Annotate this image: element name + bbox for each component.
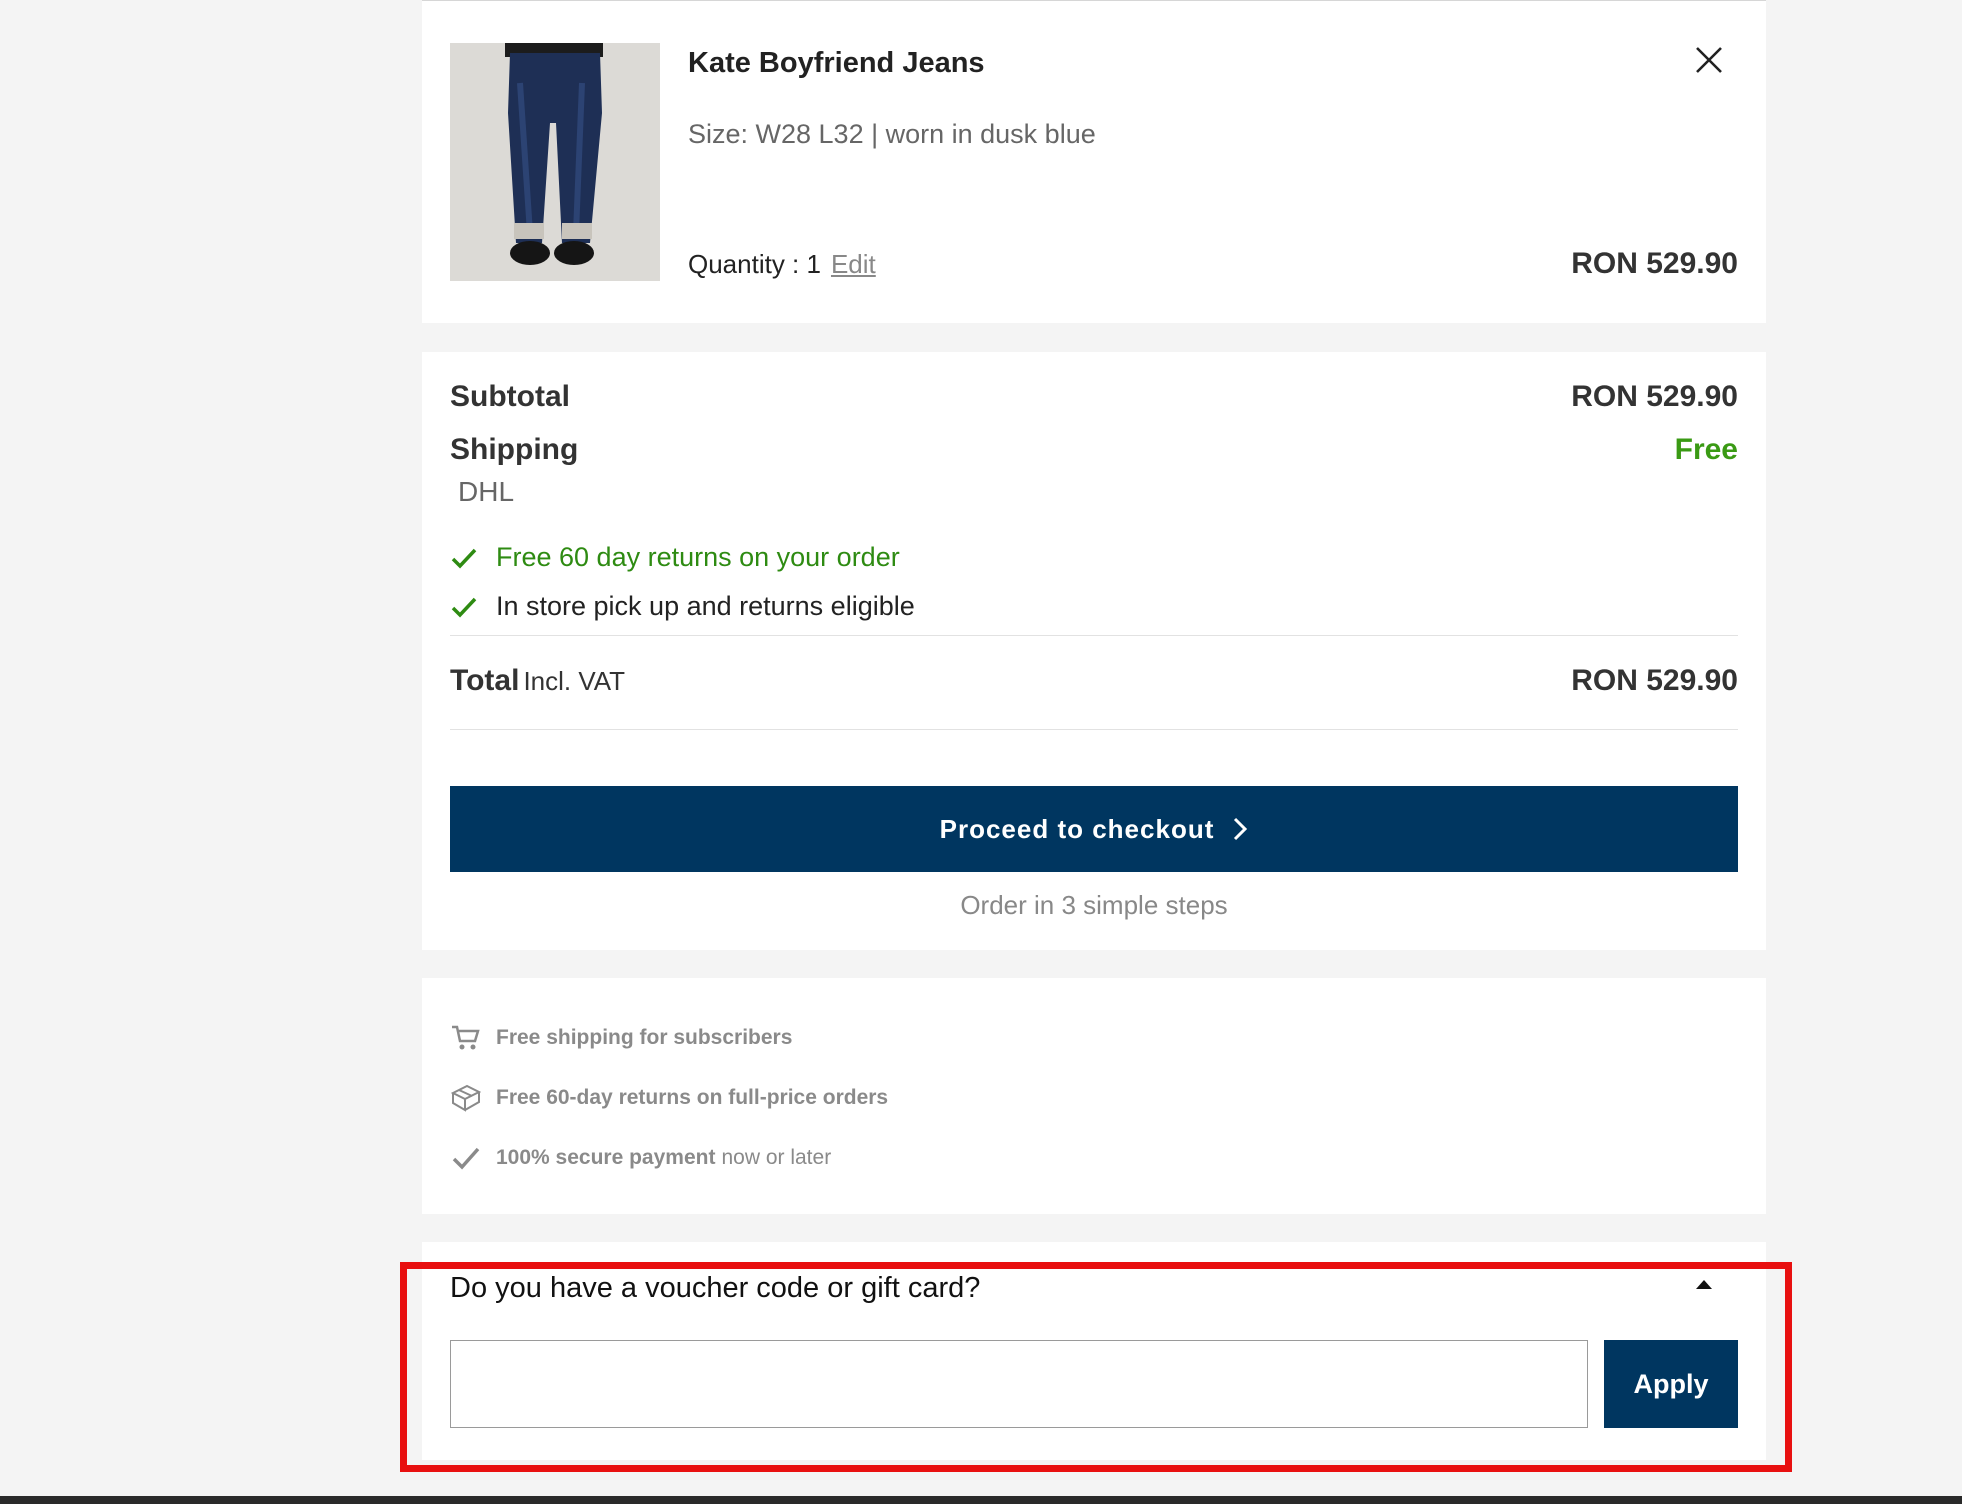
shipping-carrier: DHL [458,476,515,507]
proceed-to-checkout-button[interactable]: Proceed to checkout [450,786,1738,872]
total-label: Total [450,664,520,697]
usp-text: Free shipping for subscribers [496,1026,793,1049]
apply-voucher-button[interactable]: Apply [1604,1340,1738,1428]
usp-free-returns: Free 60-day returns on full-price orders [450,1082,888,1114]
jeans-image [450,43,660,281]
subtotal-label: Subtotal [450,380,570,413]
shipping-value: Free [1674,433,1738,466]
total-vat-note: Incl. VAT [523,666,626,696]
quantity-row: Quantity : 1 Edit [688,249,876,280]
checkout-steps-note: Order in 3 simple steps [960,890,1228,920]
quantity-label: Quantity : 1 [688,249,821,279]
divider [450,729,1738,730]
product-name[interactable]: Kate Boyfriend Jeans [688,47,985,80]
collapse-caret-icon[interactable] [1696,1280,1712,1289]
bottom-bar [0,1496,1962,1504]
usp-list: Free shipping for subscribers Free 60-da… [422,978,1766,1214]
check-icon [451,597,477,618]
usp-secure-payment: 100% secure payment now or later [450,1142,831,1174]
divider [450,635,1738,636]
benefit-text: Free 60 day returns on your order [496,542,900,572]
voucher-code-input[interactable] [450,1340,1588,1428]
check-icon [450,1142,482,1174]
usp-text-light: now or later [721,1146,832,1169]
product-image[interactable] [450,43,660,281]
checkout-label: Proceed to checkout [939,813,1215,844]
item-price: RON 529.90 [1571,247,1738,280]
voucher-section: Do you have a voucher code or gift card?… [422,1242,1766,1460]
close-icon[interactable] [1694,45,1724,75]
order-summary: Subtotal RON 529.90 Shipping Free DHL Fr… [422,352,1766,950]
subtotal-value: RON 529.90 [1571,380,1738,413]
edit-quantity-link[interactable]: Edit [831,249,876,279]
benefit-returns: Free 60 day returns on your order [450,542,900,573]
chevron-right-icon [1234,817,1248,841]
box-icon [450,1082,482,1114]
usp-text: Free 60-day returns on full-price orders [496,1086,889,1109]
usp-text-bold: 100% secure payment [496,1146,716,1169]
benefit-pickup: In store pick up and returns eligible [450,591,915,622]
product-variant: Size: W28 L32 | worn in dusk blue [688,119,1096,149]
total-value: RON 529.90 [1571,664,1738,697]
benefit-text: In store pick up and returns eligible [496,591,915,621]
total-row: Total Incl. VAT [450,664,625,698]
cart-item: Kate Boyfriend Jeans Size: W28 L32 | wor… [422,0,1766,323]
usp-free-shipping: Free shipping for subscribers [450,1022,792,1054]
check-icon [451,548,477,569]
cart-icon [450,1022,482,1054]
shipping-label: Shipping [450,433,579,466]
voucher-question[interactable]: Do you have a voucher code or gift card? [450,1272,980,1305]
